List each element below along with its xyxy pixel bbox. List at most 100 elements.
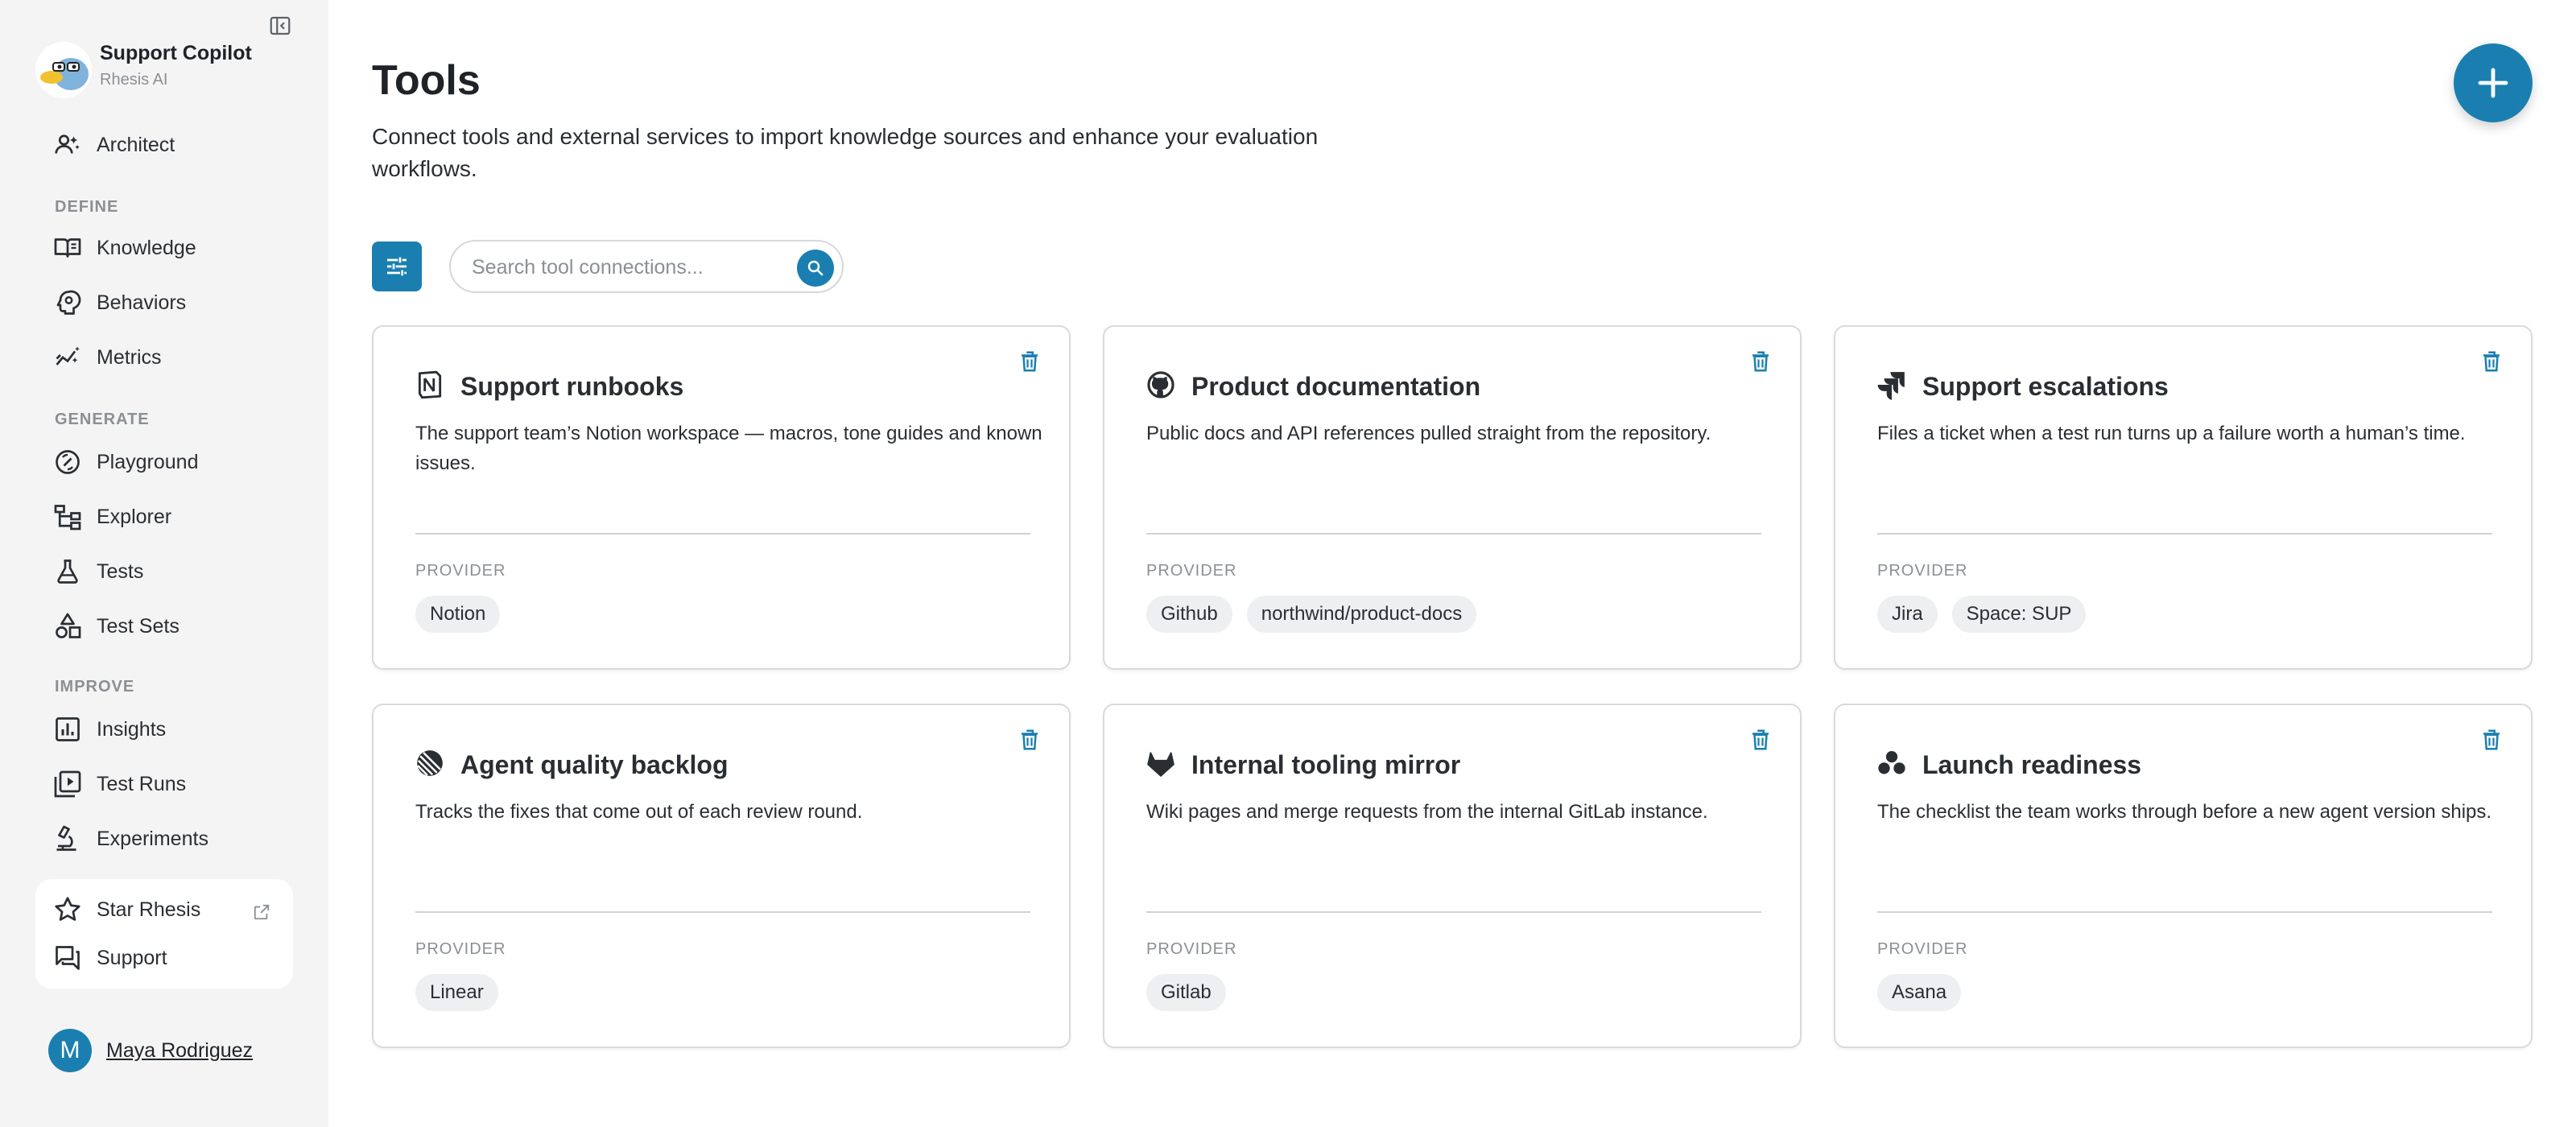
provider-label: PROVIDER	[415, 940, 506, 958]
provider-chip: Gitlab	[1146, 974, 1226, 1011]
sidebar-bottom-card: Star Rhesis Support	[35, 879, 293, 989]
sidebar-item-label: Explorer	[97, 505, 172, 528]
sidebar-item-label: Architect	[97, 133, 175, 156]
provider-label: PROVIDER	[1877, 562, 1968, 580]
sidebar-item-metrics[interactable]: Metrics	[35, 335, 291, 380]
sidebar-item-tests[interactable]: Tests	[35, 549, 291, 594]
sidebar-item-knowledge[interactable]: Knowledge	[35, 225, 291, 270]
explorer-tree-icon	[53, 501, 90, 533]
provider-chip: northwind/product-docs	[1246, 596, 1477, 633]
provider-chip: Notion	[415, 596, 501, 633]
search-input[interactable]	[472, 251, 778, 283]
card-divider	[1877, 911, 2492, 913]
card-divider	[1146, 533, 1761, 535]
book-icon	[53, 232, 90, 264]
provider-label: PROVIDER	[415, 562, 506, 580]
provider-chip: Linear	[415, 974, 498, 1011]
behaviors-head-icon	[53, 287, 90, 319]
card-divider	[415, 911, 1030, 913]
sidebar: Support Copilot Rhesis AI Architect DEFI…	[0, 0, 328, 1127]
card-title: Launch readiness	[1922, 750, 2142, 779]
delete-button[interactable]	[1748, 726, 1773, 753]
chat-bubbles-icon	[53, 942, 90, 974]
card-description: Wiki pages and merge requests from the i…	[1146, 801, 1708, 823]
card-title: Product documentation	[1191, 372, 1481, 401]
sidebar-item-playground[interactable]: Playground	[35, 440, 291, 485]
sidebar-item-label: Test Runs	[97, 772, 187, 795]
sidebar-item-test-runs[interactable]: Test Runs	[35, 762, 291, 807]
provider-chips: Github northwind/product-docs	[1146, 596, 1477, 633]
provider-label: PROVIDER	[1146, 940, 1237, 958]
user-profile[interactable]: M Maya Rodriguez	[48, 1029, 253, 1072]
metrics-icon	[53, 341, 90, 374]
card-divider	[1877, 533, 2492, 535]
provider-chip: Github	[1146, 596, 1232, 633]
card-description: Public docs and API references pulled st…	[1146, 423, 1711, 444]
delete-button[interactable]	[1748, 348, 1773, 375]
trash-icon	[1022, 351, 1038, 372]
insights-chart-icon	[53, 713, 90, 745]
sidebar-item-label: Playground	[97, 450, 199, 473]
provider-label: PROVIDER	[1877, 940, 1968, 958]
tool-card[interactable]: Product documentation Public docs and AP…	[1103, 325, 1802, 670]
delete-button[interactable]	[2479, 726, 2504, 753]
trash-icon	[1752, 729, 1769, 750]
sidebar-item-explorer[interactable]: Explorer	[35, 494, 291, 539]
delete-button[interactable]	[2479, 348, 2504, 375]
star-rhesis-link[interactable]: Star Rhesis	[35, 887, 293, 932]
provider-chips: Asana	[1877, 974, 1962, 1011]
page-description: Connect tools and external services to i…	[372, 124, 1319, 181]
sidebar-item-behaviors[interactable]: Behaviors	[35, 280, 291, 325]
search-box	[449, 240, 844, 293]
sidebar-item-architect[interactable]: Architect	[35, 122, 291, 167]
delete-button[interactable]	[1018, 348, 1042, 375]
provider-chips: Linear	[415, 974, 498, 1011]
provider-chips: Notion	[415, 596, 501, 633]
sidebar-item-label: Star Rhesis	[97, 898, 201, 921]
tool-card[interactable]: Launch readiness The checklist the team …	[1834, 704, 2533, 1048]
sidebar-item-label: Tests	[97, 559, 144, 583]
search-button[interactable]	[797, 250, 834, 287]
linear-icon	[414, 747, 446, 779]
user-name-link[interactable]: Maya Rodriguez	[106, 1039, 253, 1063]
trash-icon	[1752, 351, 1769, 372]
card-description: Tracks the fixes that come out of each r…	[415, 801, 863, 823]
org-subtitle: Rhesis AI	[100, 71, 168, 89]
sidebar-item-insights[interactable]: Insights	[35, 707, 291, 752]
tool-card[interactable]: Support escalations Files a ticket when …	[1834, 325, 2533, 670]
mascot-logo-icon	[35, 42, 92, 98]
sidebar-collapse-icon	[270, 16, 291, 35]
provider-chip: Asana	[1877, 974, 1962, 1011]
collapse-sidebar-button[interactable]	[266, 11, 295, 40]
asana-icon	[1876, 747, 1908, 779]
org-logo	[35, 42, 92, 98]
support-link[interactable]: Support	[35, 935, 293, 980]
filter-button[interactable]	[372, 242, 422, 291]
card-title: Support runbooks	[460, 372, 684, 401]
card-divider	[1146, 911, 1761, 913]
provider-chips: Gitlab	[1146, 974, 1226, 1011]
tool-card[interactable]: Support runbooks The support team’s Noti…	[372, 325, 1071, 670]
sidebar-item-label: Behaviors	[97, 291, 187, 314]
sidebar-item-label: Experiments	[97, 827, 208, 850]
jira-icon	[1876, 369, 1908, 401]
tool-card[interactable]: Internal tooling mirror Wiki pages and m…	[1103, 704, 1802, 1048]
tune-icon	[387, 257, 407, 276]
shapes-icon	[53, 610, 90, 642]
flask-icon	[53, 555, 90, 588]
provider-chips: Jira Space: SUP	[1877, 596, 2087, 633]
card-title: Support escalations	[1922, 372, 2169, 401]
sidebar-item-test-sets[interactable]: Test Sets	[35, 604, 291, 649]
search-icon	[807, 260, 824, 276]
org-name: Support Copilot	[100, 42, 252, 64]
delete-button[interactable]	[1018, 726, 1042, 753]
provider-label: PROVIDER	[1146, 562, 1237, 580]
playground-icon	[53, 446, 90, 478]
sidebar-item-experiments[interactable]: Experiments	[35, 816, 291, 861]
gitlab-icon	[1145, 747, 1177, 779]
trash-icon	[1022, 729, 1038, 750]
section-label-generate: GENERATE	[55, 411, 150, 428]
card-description: Files a ticket when a test run turns up …	[1877, 423, 2466, 444]
add-tool-button[interactable]	[2454, 43, 2533, 122]
tool-card[interactable]: Agent quality backlog Tracks the fixes t…	[372, 704, 1071, 1048]
